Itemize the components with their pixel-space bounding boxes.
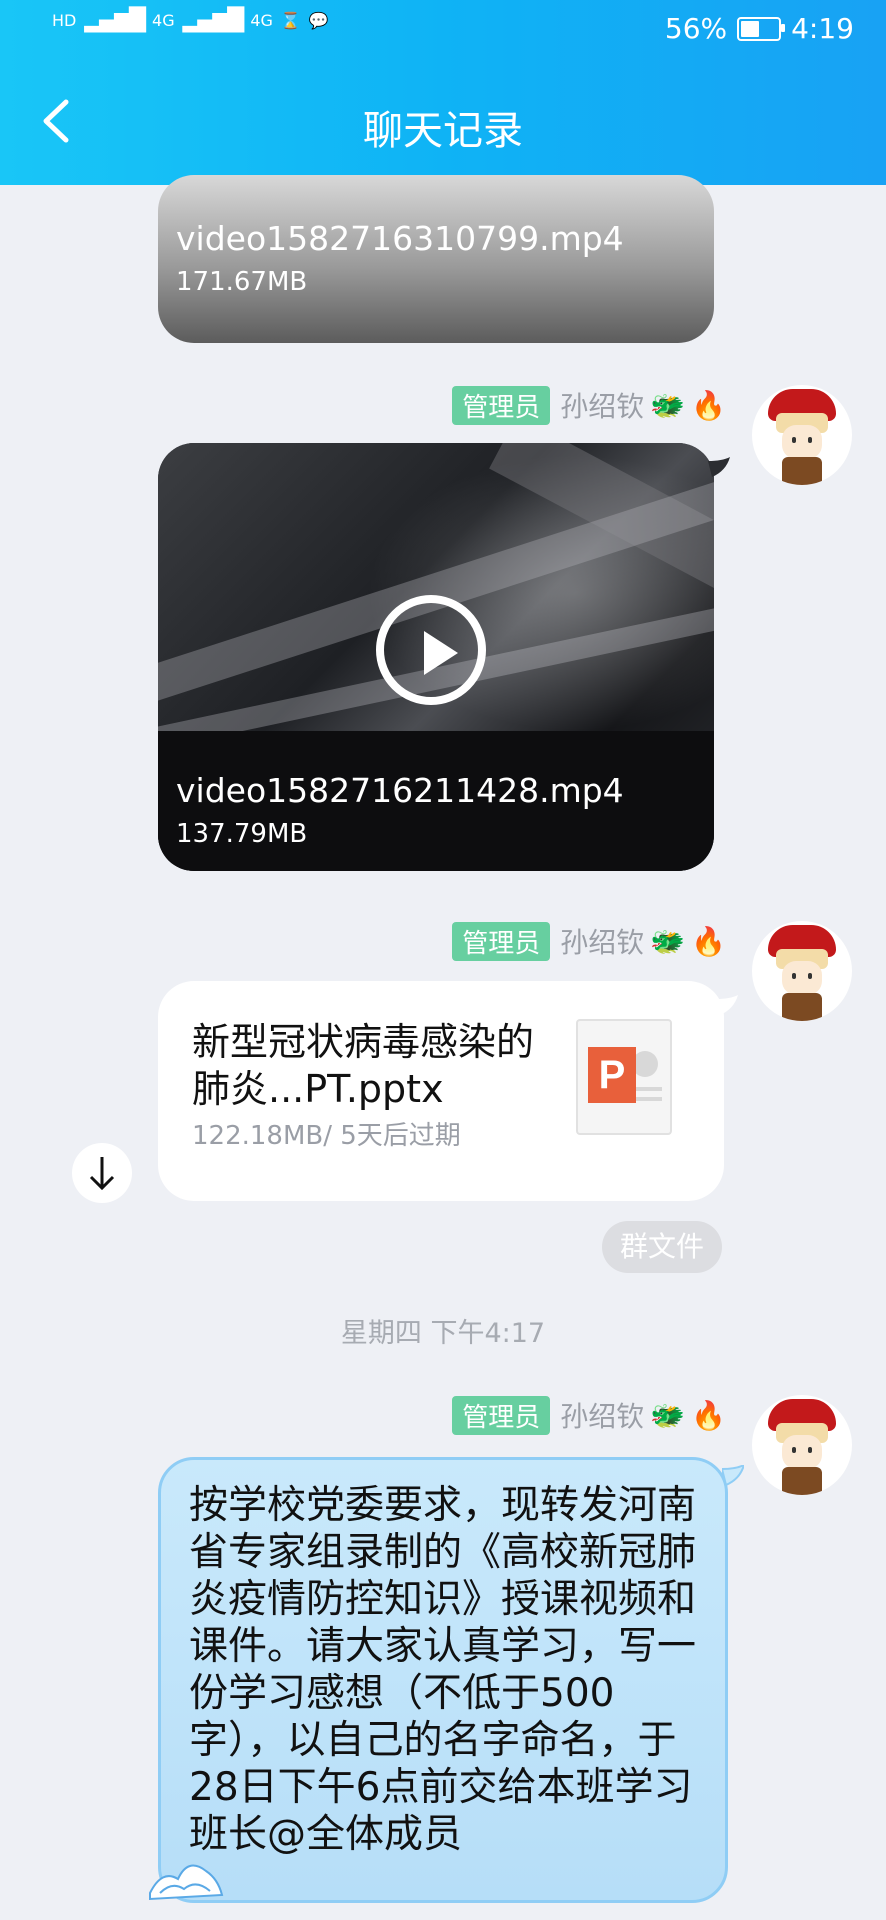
avatar[interactable]: [752, 1395, 852, 1495]
group-file-tag[interactable]: 群文件: [602, 1221, 723, 1273]
file-message[interactable]: 新型冠状病毒感染的肺炎...PT.pptx 122.18MB/ 5天后过期 P: [158, 981, 724, 1201]
video-file-name: video1582716211428.mp4: [176, 771, 624, 810]
avatar[interactable]: [752, 921, 852, 1021]
page-title: 聊天记录: [363, 108, 523, 154]
status-bar: HD ▂▄▆█ 4G ▂▄▆█ 4G ⌛ 💬 56% 4:19: [0, 0, 886, 60]
bubble-tail-icon: [708, 457, 730, 477]
admin-badge: 管理员: [452, 921, 551, 961]
dragon-icon: 🐲: [650, 388, 686, 422]
fire-icon: 🔥: [691, 388, 726, 422]
admin-badge: 管理员: [452, 385, 551, 425]
wave-decoration-icon: [149, 1864, 224, 1901]
fire-icon: 🔥: [691, 1398, 726, 1432]
sender-info: 管理员 孙绍钦 🐲 🔥: [452, 1395, 726, 1435]
sender-name: 孙绍钦: [560, 390, 645, 423]
clock: 4:19: [791, 12, 854, 45]
bubble-tail-icon: [722, 1465, 744, 1487]
status-left: HD ▂▄▆█ 4G ▂▄▆█ 4G ⌛ 💬: [52, 8, 329, 33]
video-message[interactable]: video1582716310799.mp4 171.67MB: [158, 175, 714, 343]
file-meta: 122.18MB/ 5天后过期: [192, 1121, 461, 1151]
text-message[interactable]: 按学校党委要求，现转发河南省专家组录制的《高校新冠肺炎疫情防控知识》授课视频和课…: [158, 1457, 728, 1903]
sender-info: 管理员 孙绍钦 🐲 🔥: [452, 921, 726, 961]
hourglass-icon: ⌛: [280, 11, 301, 30]
battery-icon: [737, 16, 786, 41]
message-text: 按学校党委要求，现转发河南省专家组录制的《高校新冠肺炎疫情防控知识》授课视频和课…: [189, 1483, 697, 1857]
video-file-name: video1582716310799.mp4: [176, 219, 624, 258]
battery-percent: 56%: [664, 12, 728, 45]
network-label-2: 4G: [250, 11, 273, 30]
chat-history[interactable]: video1582716310799.mp4 171.67MB 管理员 孙绍钦 …: [0, 175, 886, 1920]
admin-badge: 管理员: [452, 1395, 551, 1435]
ppt-file-icon: P: [576, 1019, 672, 1135]
download-button[interactable]: [72, 1143, 132, 1203]
dragon-icon: 🐲: [650, 1398, 686, 1432]
sender-name: 孙绍钦: [560, 1400, 645, 1433]
wechat-icon: 💬: [308, 11, 329, 30]
network-label-1: 4G: [152, 11, 175, 30]
file-name: 新型冠状病毒感染的肺炎...PT.pptx: [192, 1020, 535, 1111]
signal-icon-2: ▂▄▆█: [182, 8, 245, 33]
app-header: HD ▂▄▆█ 4G ▂▄▆█ 4G ⌛ 💬 56% 4:19 聊天记录: [0, 0, 886, 185]
arrow-down-icon: [89, 1157, 115, 1191]
avatar[interactable]: [752, 385, 852, 485]
bubble-tail-icon: [716, 995, 738, 1015]
status-right: 56% 4:19: [665, 12, 854, 45]
play-icon[interactable]: [376, 595, 486, 705]
battery-fill: [741, 20, 760, 37]
signal-icon: ▂▄▆█: [84, 8, 146, 33]
video-file-size: 171.67MB: [176, 267, 308, 297]
sender-name: 孙绍钦: [560, 926, 645, 959]
fire-icon: 🔥: [691, 924, 726, 958]
dragon-icon: 🐲: [650, 924, 686, 958]
video-file-size: 137.79MB: [176, 819, 308, 849]
timestamp: 星期四 下午4:17: [340, 1318, 546, 1349]
hd-label: HD: [52, 11, 77, 30]
sender-info: 管理员 孙绍钦 🐲 🔥: [452, 385, 726, 425]
video-message[interactable]: video1582716211428.mp4 137.79MB: [158, 443, 714, 871]
